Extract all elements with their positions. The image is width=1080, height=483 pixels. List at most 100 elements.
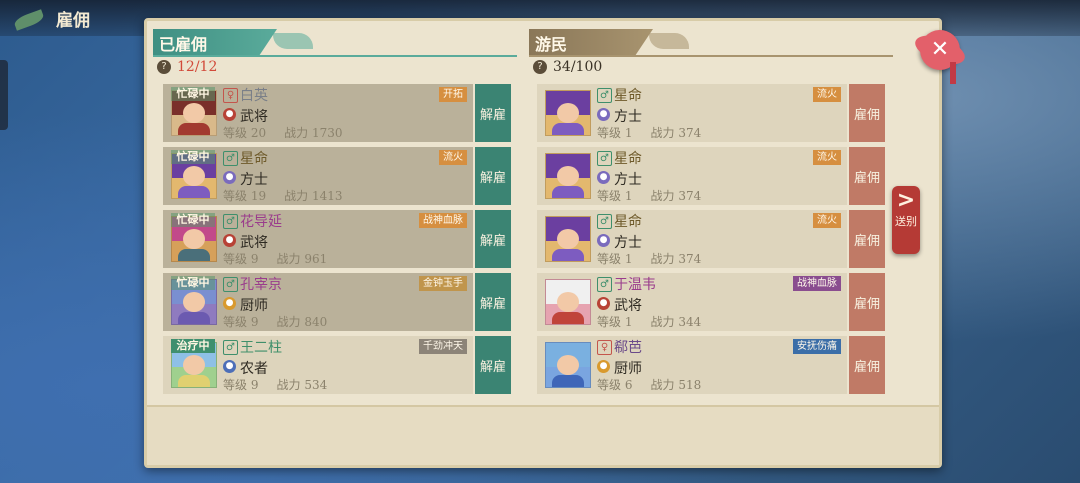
side-drawer-handle[interactable] — [0, 60, 8, 130]
power-label: 战力 — [650, 315, 675, 329]
character-stats: 等级 6 战力 518 — [597, 376, 701, 393]
hire-button[interactable]: 雇佣 — [849, 147, 885, 205]
male-icon: ♂ — [597, 88, 612, 103]
hired-card[interactable]: 忙碌中 ♂ 星命 ● 方士 等级 19 战力 1413 流火 解雇 — [163, 147, 513, 205]
card-body[interactable]: ♂ 于温韦 ● 武将 等级 1 战力 344 战神血脉 — [537, 273, 847, 331]
power-group: 战力 518 — [650, 378, 701, 392]
dismiss-button[interactable]: 解雇 — [475, 336, 511, 394]
hired-card[interactable]: 忙碌中 ♂ 孔宰京 ● 厨师 等级 9 战力 840 金钟玉手 解雇 — [163, 273, 513, 331]
trait-badge: 流火 — [439, 150, 467, 165]
character-class: 武将 — [240, 109, 268, 125]
dismiss-button[interactable]: 解雇 — [475, 273, 511, 331]
portrait-face — [183, 292, 205, 312]
power-group: 战力 534 — [276, 378, 327, 392]
character-class: 方士 — [240, 172, 268, 188]
level-value: 9 — [250, 315, 259, 329]
character-name: 郗芭 — [614, 340, 642, 356]
wanderer-card[interactable]: ♂ 星命 ● 方士 等级 1 战力 374 流火 雇佣 — [537, 84, 887, 142]
wanderer-card[interactable]: ♂ 星命 ● 方士 等级 1 战力 374 流火 雇佣 — [537, 210, 887, 268]
hire-button[interactable]: 雇佣 — [849, 210, 885, 268]
character-name: 白英 — [240, 88, 268, 104]
power-label: 战力 — [276, 378, 301, 392]
hired-card[interactable]: 治疗中 ♂ 王二柱 ● 农者 等级 9 战力 534 千劲冲天 解雇 — [163, 336, 513, 394]
dismiss-button[interactable]: 解雇 — [475, 210, 511, 268]
male-icon: ♂ — [223, 214, 238, 229]
send-off-label: 送别 — [895, 215, 917, 228]
dismiss-button[interactable]: 解雇 — [475, 147, 511, 205]
trait-badge: 开拓 — [439, 87, 467, 102]
character-name: 孔宰京 — [240, 277, 282, 293]
level-value: 20 — [250, 126, 267, 140]
hire-button[interactable]: 雇佣 — [849, 84, 885, 142]
hired-header-title: 已雇佣 — [159, 35, 208, 54]
wanderer-card[interactable]: ♂ 于温韦 ● 武将 等级 1 战力 344 战神血脉 雇佣 — [537, 273, 887, 331]
level-label: 等级 — [223, 315, 248, 329]
portrait-face — [557, 103, 579, 123]
level-value: 19 — [250, 189, 267, 203]
mage-icon: ● — [597, 108, 610, 121]
wanderers-count-value: 34/100 — [553, 59, 603, 75]
character-stats: 等级 9 战力 840 — [223, 313, 327, 330]
hired-card[interactable]: 忙碌中 ♂ 花导延 ● 武将 等级 9 战力 961 战神血脉 解雇 — [163, 210, 513, 268]
character-portrait — [545, 342, 591, 388]
farmer-icon: ● — [223, 360, 236, 373]
help-icon[interactable]: ? — [533, 60, 547, 74]
trait-badge: 战神血脉 — [793, 276, 841, 291]
card-body[interactable]: 忙碌中 ♂ 花导延 ● 武将 等级 9 战力 961 战神血脉 — [163, 210, 473, 268]
status-badge: 忙碌中 — [171, 276, 215, 290]
level-label: 等级 — [223, 189, 248, 203]
male-icon: ♂ — [597, 277, 612, 292]
level-value: 1 — [624, 126, 633, 140]
male-icon: ♂ — [223, 277, 238, 292]
card-body[interactable]: ♂ 星命 ● 方士 等级 1 战力 374 流火 — [537, 147, 847, 205]
card-body[interactable]: 治疗中 ♂ 王二柱 ● 农者 等级 9 战力 534 千劲冲天 — [163, 336, 473, 394]
hire-button[interactable]: 雇佣 — [849, 273, 885, 331]
send-off-button[interactable]: > 送别 — [892, 186, 920, 254]
portrait-face — [557, 292, 579, 312]
male-icon: ♂ — [597, 151, 612, 166]
power-label: 战力 — [276, 252, 301, 266]
power-group: 战力 344 — [650, 315, 701, 329]
power-value: 840 — [304, 315, 328, 329]
hired-list[interactable]: 忙碌中 ♀ 白英 ● 武将 等级 20 战力 1730 开拓 解雇 忙碌中 ♂ 星命 ● 方士 等级 19 战… — [163, 84, 513, 402]
power-value: 374 — [678, 126, 702, 140]
power-group: 战力 961 — [276, 252, 327, 266]
close-button[interactable]: ✕ — [914, 24, 966, 76]
character-stats: 等级 9 战力 534 — [223, 376, 327, 393]
card-body[interactable]: 忙碌中 ♂ 星命 ● 方士 等级 19 战力 1413 流火 — [163, 147, 473, 205]
card-body[interactable]: ♂ 星命 ● 方士 等级 1 战力 374 流火 — [537, 210, 847, 268]
card-body[interactable]: 忙碌中 ♂ 孔宰京 ● 厨师 等级 9 战力 840 金钟玉手 — [163, 273, 473, 331]
power-value: 374 — [678, 189, 702, 203]
wanderer-list[interactable]: ♂ 星命 ● 方士 等级 1 战力 374 流火 雇佣 ♂ 星命 ● 方士 等级 1 战力 374 流火 雇佣… — [537, 84, 887, 402]
card-body[interactable]: 忙碌中 ♀ 白英 ● 武将 等级 20 战力 1730 开拓 — [163, 84, 473, 142]
power-group: 战力 1730 — [284, 126, 342, 140]
character-class: 武将 — [240, 235, 268, 251]
hired-section-header: 已雇佣 — [153, 29, 517, 57]
portrait-face — [183, 166, 205, 186]
dismiss-button[interactable]: 解雇 — [475, 84, 511, 142]
cook-icon: ● — [597, 360, 610, 373]
card-body[interactable]: ♂ 星命 ● 方士 等级 1 战力 374 流火 — [537, 84, 847, 142]
panel-footer — [147, 405, 939, 465]
wanderer-card[interactable]: ♀ 郗芭 ● 厨师 等级 6 战力 518 安抚伤痛 雇佣 — [537, 336, 887, 394]
level-value: 1 — [624, 252, 633, 266]
power-value: 534 — [304, 378, 328, 392]
character-class: 方士 — [614, 172, 642, 188]
character-stats: 等级 1 战力 374 — [597, 250, 701, 267]
level-value: 9 — [250, 252, 259, 266]
mage-icon: ● — [597, 171, 610, 184]
character-class: 厨师 — [614, 361, 642, 377]
power-group: 战力 374 — [650, 189, 701, 203]
trait-badge: 流火 — [813, 150, 841, 165]
help-icon[interactable]: ? — [157, 60, 171, 74]
character-portrait — [545, 90, 591, 136]
card-body[interactable]: ♀ 郗芭 ● 厨师 等级 6 战力 518 安抚伤痛 — [537, 336, 847, 394]
hired-card[interactable]: 忙碌中 ♀ 白英 ● 武将 等级 20 战力 1730 开拓 解雇 — [163, 84, 513, 142]
power-value: 518 — [678, 378, 702, 392]
chevron-right-icon: > — [896, 188, 916, 213]
wanderer-card[interactable]: ♂ 星命 ● 方士 等级 1 战力 374 流火 雇佣 — [537, 147, 887, 205]
general-icon: ● — [597, 297, 610, 310]
hired-count-value: 12/12 — [177, 59, 218, 75]
level-label: 等级 — [223, 378, 248, 392]
hire-button[interactable]: 雇佣 — [849, 336, 885, 394]
